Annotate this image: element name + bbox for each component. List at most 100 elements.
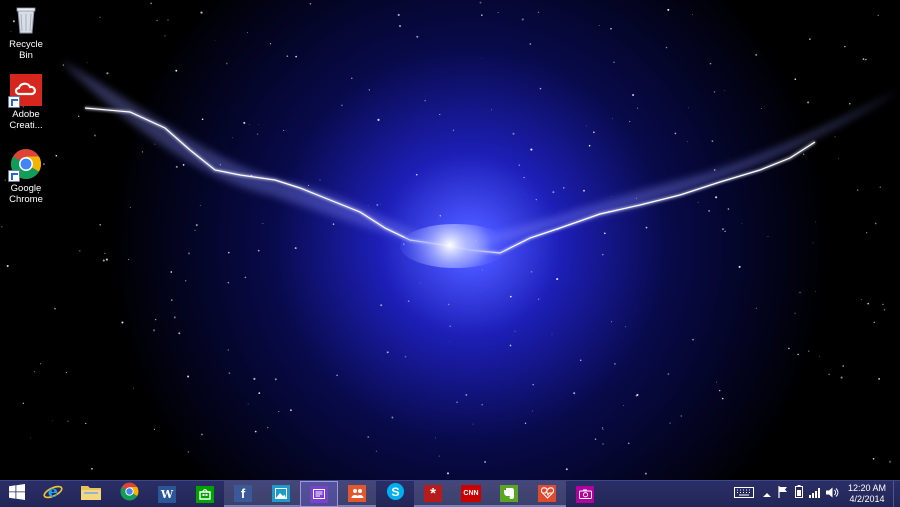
star <box>537 298 540 300</box>
star <box>185 280 187 282</box>
taskbar-people[interactable] <box>338 481 376 507</box>
star <box>602 428 604 430</box>
star <box>755 307 757 309</box>
star <box>809 38 811 40</box>
taskbar-camera[interactable] <box>566 481 604 507</box>
star <box>563 187 565 189</box>
star <box>398 25 402 28</box>
star <box>613 362 616 365</box>
star <box>481 14 483 16</box>
touch-keyboard-button[interactable] <box>729 481 759 507</box>
star <box>407 300 410 303</box>
star <box>818 355 820 357</box>
star <box>627 442 630 445</box>
desktop-icon-google-chrome[interactable]: Google Chrome <box>2 148 50 205</box>
star <box>170 271 173 273</box>
star <box>877 14 879 17</box>
star <box>368 89 370 91</box>
taskbar-word[interactable]: W <box>148 481 186 507</box>
star <box>199 204 201 206</box>
taskbar-store[interactable] <box>186 481 224 507</box>
star <box>539 87 542 90</box>
star <box>667 373 670 376</box>
star <box>680 415 682 417</box>
star <box>840 376 843 379</box>
show-desktop-button[interactable] <box>893 481 900 507</box>
star <box>713 91 716 93</box>
star <box>878 378 880 380</box>
star <box>551 333 553 335</box>
volume-icon <box>825 485 839 503</box>
desktop-icon-adobe-creative-cloud[interactable]: Adobe Creati... <box>2 74 50 131</box>
notification-area: 12:20 AM 4/2/2014 <box>729 481 900 507</box>
star <box>815 291 816 292</box>
taskbar-google-chrome[interactable] <box>110 481 148 507</box>
taskbar-photos[interactable] <box>262 481 300 507</box>
star <box>807 350 810 352</box>
star <box>612 118 614 120</box>
volume-button[interactable] <box>823 481 841 507</box>
desktop-wallpaper <box>0 0 900 480</box>
show-hidden-icons-button[interactable] <box>759 481 775 507</box>
action-center-button[interactable] <box>775 481 791 507</box>
taskbar-cnn[interactable]: CNN <box>452 481 490 507</box>
taskbar-file-explorer[interactable] <box>72 481 110 507</box>
people-icon <box>348 484 366 502</box>
star <box>624 326 627 328</box>
star <box>632 94 635 96</box>
star <box>449 325 451 328</box>
star <box>565 468 568 471</box>
taskbar-reading-list[interactable] <box>300 481 338 507</box>
taskbar-health-fitness[interactable] <box>528 481 566 507</box>
clock[interactable]: 12:20 AM 4/2/2014 <box>841 483 893 505</box>
star <box>232 137 234 139</box>
star <box>67 420 69 422</box>
star <box>874 222 877 225</box>
star <box>512 132 515 135</box>
taskbar-internet-explorer[interactable]: e <box>34 481 72 507</box>
star <box>377 118 380 121</box>
start-button[interactable] <box>0 481 34 507</box>
taskbar-facebook[interactable]: f <box>224 481 262 507</box>
star <box>62 64 64 66</box>
battery-button[interactable] <box>791 481 807 507</box>
star <box>438 455 440 457</box>
star <box>601 427 603 429</box>
desktop-icon-recycle-bin[interactable]: Recycle Bin <box>2 4 50 61</box>
star <box>227 349 229 351</box>
star <box>716 381 718 383</box>
star <box>182 164 185 166</box>
star <box>79 250 81 252</box>
keyboard-icon <box>734 485 754 503</box>
chrome-icon <box>120 482 139 506</box>
taskbar-skype[interactable]: S <box>376 481 414 507</box>
show-hidden-icons-icon <box>763 485 771 503</box>
star <box>254 430 257 433</box>
star <box>611 321 612 323</box>
star <box>295 55 297 58</box>
recycle-bin-icon <box>10 4 42 36</box>
star <box>99 223 102 226</box>
star <box>452 129 455 132</box>
star <box>187 451 190 453</box>
star <box>644 472 647 475</box>
taskbar-yelp[interactable]: * <box>414 481 452 507</box>
star <box>367 436 370 438</box>
network-button[interactable] <box>807 481 823 507</box>
star <box>274 378 277 381</box>
star <box>711 140 714 142</box>
svg-text:S: S <box>391 485 399 499</box>
taskbar-evernote[interactable] <box>490 481 528 507</box>
windows-start-icon <box>9 483 25 505</box>
star <box>862 58 865 60</box>
star <box>860 299 862 300</box>
internet-explorer-icon: e <box>43 482 63 507</box>
star <box>404 355 407 358</box>
star <box>741 223 743 225</box>
star <box>636 107 638 109</box>
star <box>697 201 699 203</box>
star <box>1 226 3 228</box>
star <box>709 62 712 65</box>
star <box>794 78 797 80</box>
star <box>610 27 612 30</box>
